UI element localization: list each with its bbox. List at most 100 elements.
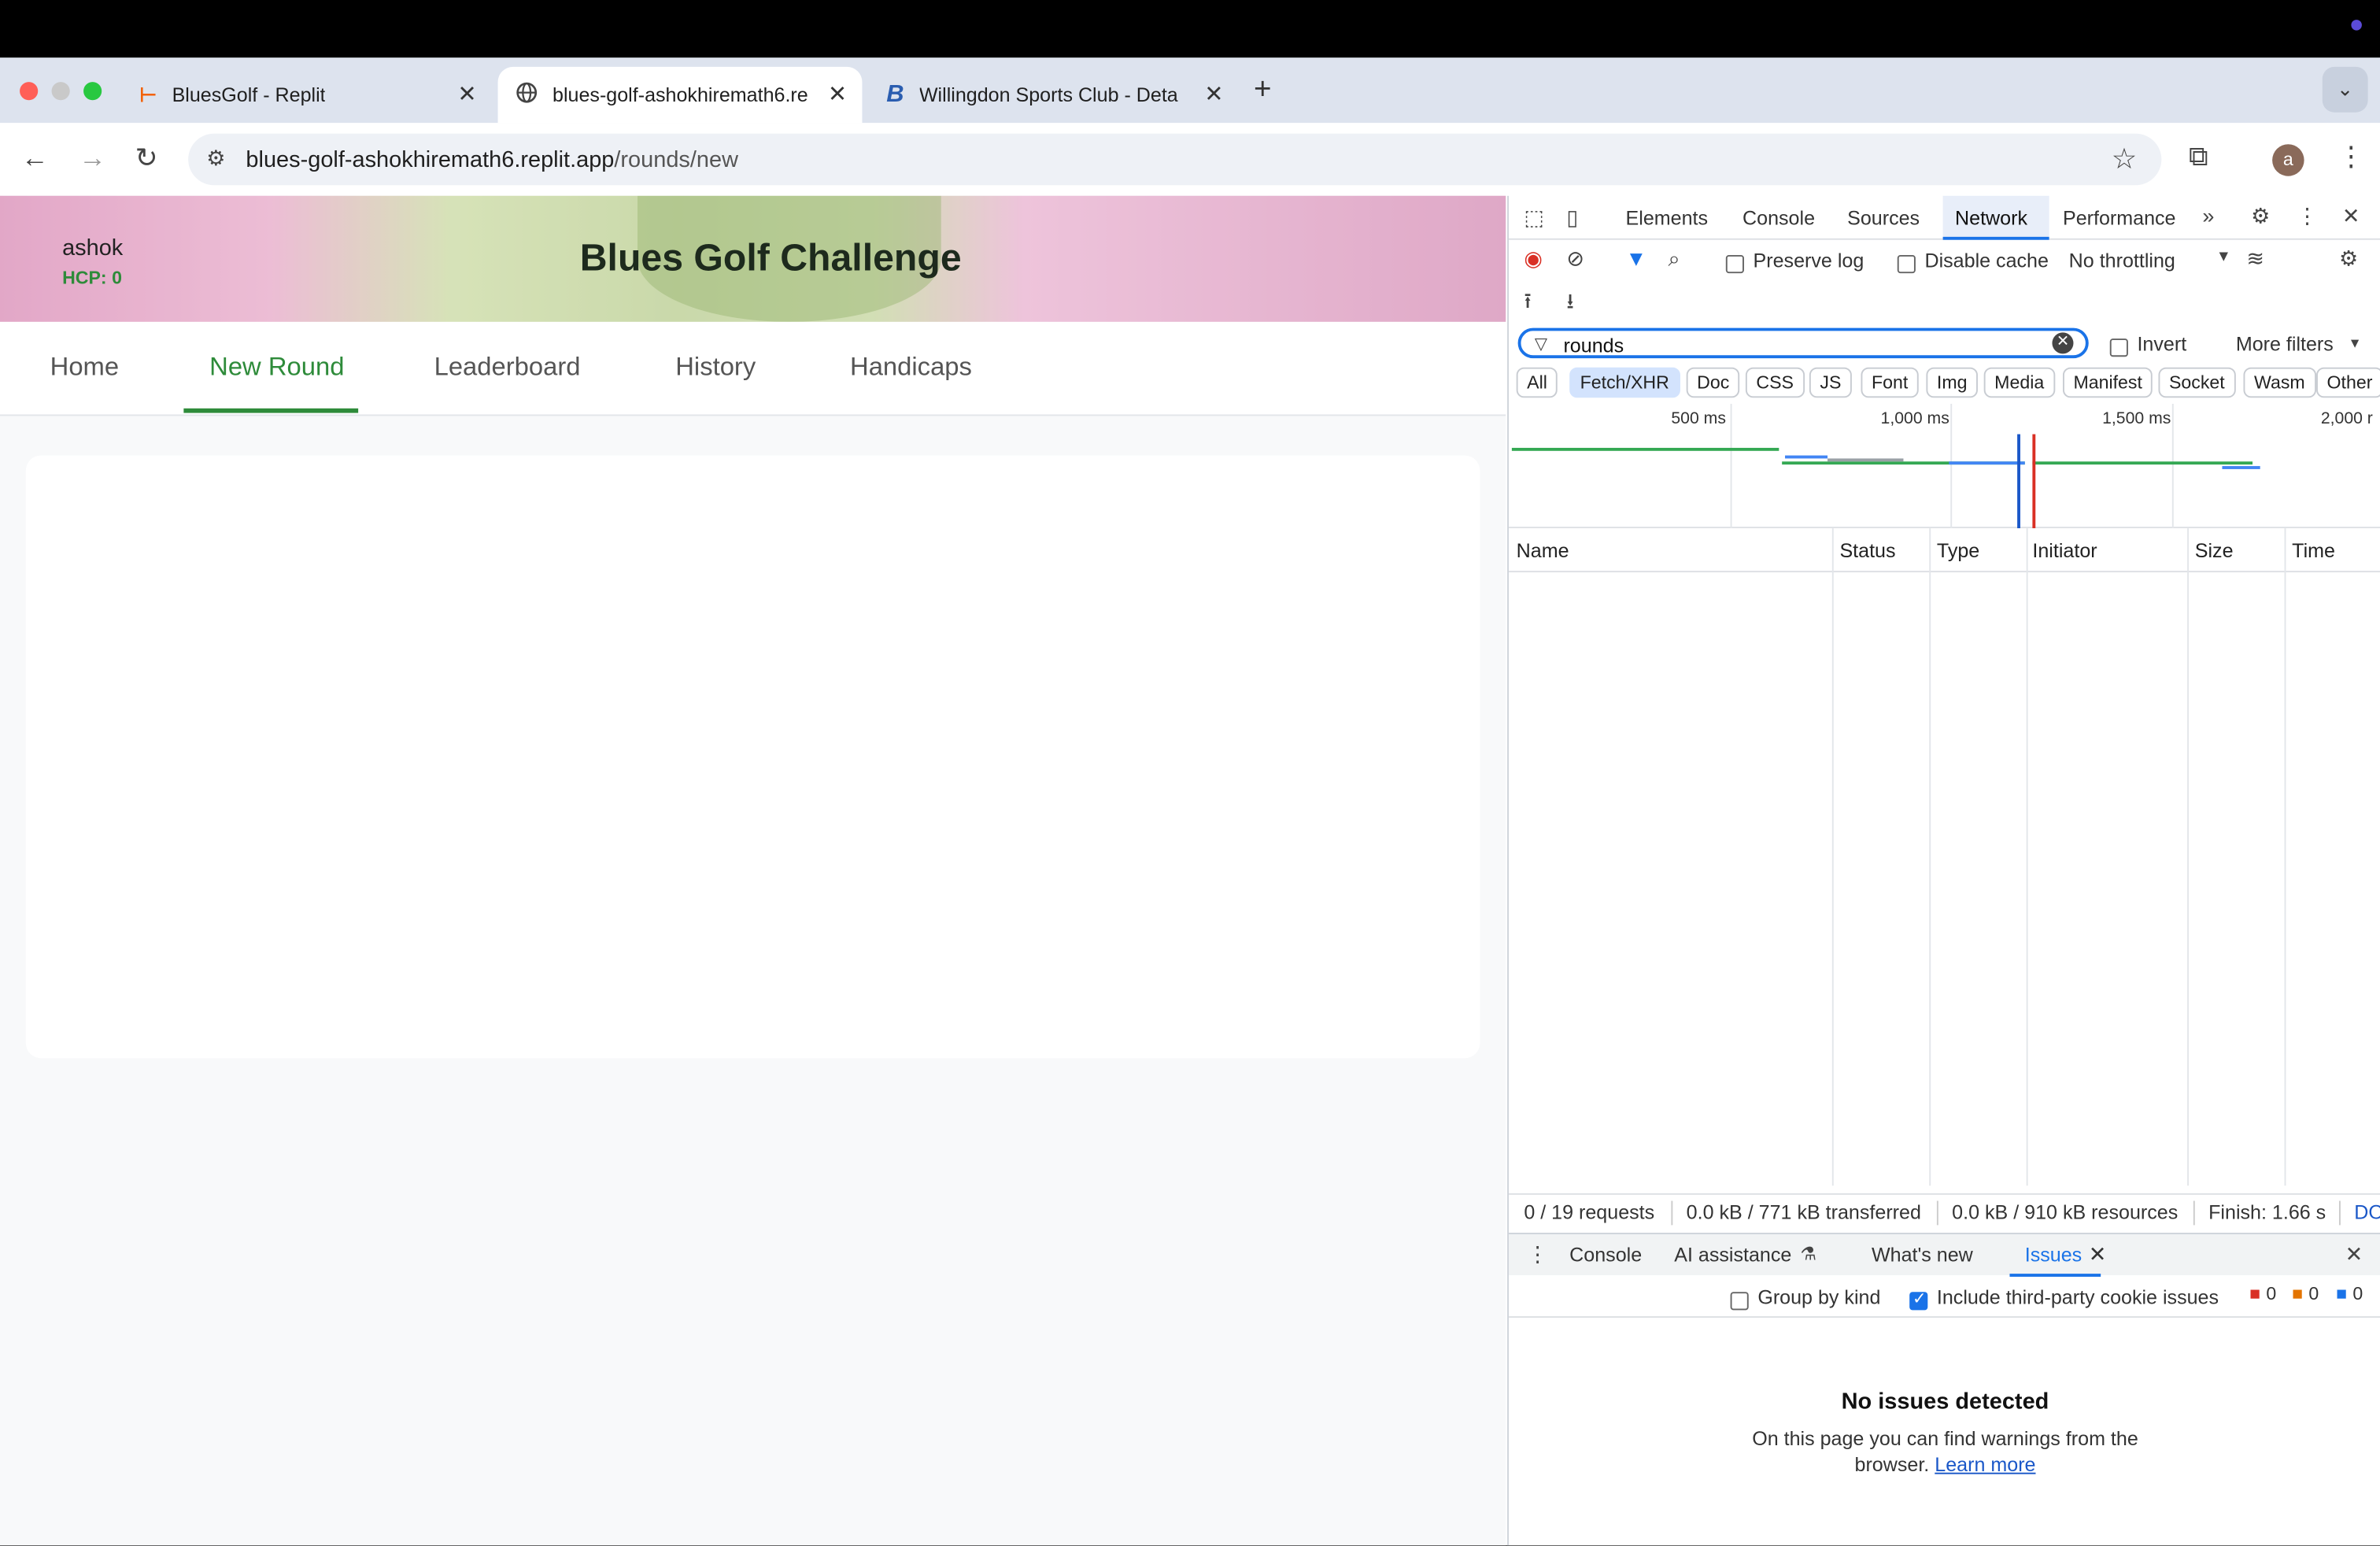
browser-tab-willingdon[interactable]: B Willingdon Sports Club - Deta ✕ [868, 67, 1239, 123]
request-table-header: Name Status Type Initiator Size Time [1509, 528, 2380, 573]
col-name[interactable]: Name [1517, 539, 1569, 562]
timeline-label: 1,000 ms [1880, 409, 1949, 428]
reload-button[interactable]: ↻ [135, 142, 158, 175]
kebab-menu-icon[interactable]: ⋮ [2297, 203, 2318, 229]
minimize-window-button[interactable] [51, 82, 70, 101]
drawer-tab-issues[interactable]: Issues [2025, 1244, 2082, 1267]
tab-performance[interactable]: Performance [2063, 206, 2176, 229]
extensions-icon[interactable]: ⧉ [2189, 141, 2208, 173]
chip-other[interactable]: Other [2316, 367, 2380, 398]
web-page: ashok HCP: 0 Blues Golf Challenge Home N… [0, 195, 1506, 1546]
third-party-label: Include third-party cookie issues [1936, 1285, 2219, 1309]
close-icon[interactable]: ✕ [1204, 80, 1223, 108]
network-overview[interactable]: 500 ms 1,000 ms 1,500 ms 2,000 r [1509, 404, 2380, 529]
drawer-menu-icon[interactable]: ⋮ [1527, 1242, 1548, 1268]
clear-filter-icon[interactable]: ✕ [2052, 332, 2074, 354]
disable-cache-checkbox[interactable] [1897, 250, 1916, 273]
network-settings-icon[interactable]: ⚙ [2339, 246, 2358, 272]
nav-home[interactable]: Home [50, 352, 119, 383]
col-size[interactable]: Size [2195, 539, 2234, 562]
col-status[interactable]: Status [1839, 539, 1895, 562]
import-har-icon[interactable]: ⭱ [1524, 286, 1531, 322]
replit-icon: ⊢ [139, 83, 157, 106]
divider [2193, 1200, 2195, 1226]
throttling-select[interactable]: No throttling [2069, 249, 2175, 272]
chip-doc[interactable]: Doc [1686, 367, 1740, 398]
close-window-button[interactable] [20, 82, 39, 101]
browser-menu-icon[interactable]: ⋮ [2338, 141, 2365, 173]
preserve-log-checkbox[interactable] [1725, 250, 1744, 273]
tab-title: Willingdon Sports Club - Deta [918, 83, 1178, 107]
chip-wasm[interactable]: Wasm [2243, 367, 2316, 398]
load-marker [2032, 434, 2036, 529]
col-type[interactable]: Type [1937, 539, 1979, 562]
device-toolbar-icon[interactable]: ▯ [1566, 205, 1578, 231]
col-time[interactable]: Time [2292, 539, 2335, 562]
divider [2338, 1200, 2341, 1226]
record-icon[interactable]: ◉ [1524, 246, 1543, 272]
user-name: ashok [62, 235, 124, 261]
tab-network[interactable]: Network [1955, 206, 2027, 229]
browser-tab-app[interactable]: blues-golf-ashokhiremath6.re ✕ [497, 66, 863, 124]
gear-icon[interactable]: ⚙ [2251, 203, 2270, 229]
forward-button[interactable]: → [79, 142, 106, 175]
nav-leaderboard[interactable]: Leaderboard [434, 352, 581, 383]
divider [1671, 1200, 1673, 1226]
chip-font[interactable]: Font [1861, 367, 1919, 398]
browser-tab-replit[interactable]: ⊢ BluesGolf - Replit ✕ [121, 67, 492, 123]
search-icon[interactable]: ⌕ [1669, 246, 1680, 272]
col-initiator[interactable]: Initiator [2032, 539, 2097, 562]
inspect-element-icon[interactable]: ⬚ [1524, 205, 1544, 231]
column-divider [2026, 528, 2028, 1186]
disable-cache-label: Disable cache [1924, 249, 2049, 272]
hero-banner: ashok HCP: 0 Blues Golf Challenge [0, 195, 1506, 322]
close-icon[interactable]: ✕ [2342, 203, 2360, 229]
tab-title: blues-golf-ashokhiremath6.re [552, 83, 808, 107]
nav-new-round[interactable]: New Round [209, 352, 344, 383]
site-settings-icon[interactable]: ⚙ [206, 146, 225, 172]
profile-avatar[interactable]: a [2272, 144, 2304, 176]
drawer-tab-console[interactable]: Console [1569, 1244, 1642, 1267]
nav-handicaps[interactable]: Handicaps [850, 352, 972, 383]
zoom-window-button[interactable] [83, 82, 102, 101]
third-party-checkbox[interactable] [1909, 1287, 1928, 1310]
invert-checkbox[interactable] [2109, 334, 2128, 357]
tab-sources[interactable]: Sources [1847, 206, 1920, 229]
chip-css[interactable]: CSS [1745, 367, 1805, 398]
tab-search-button[interactable]: ⌄ [2322, 66, 2368, 113]
more-filters-button[interactable]: More filters [2236, 332, 2334, 355]
network-conditions-icon[interactable]: ≋ [2246, 246, 2264, 272]
filter-value: rounds [1563, 334, 1624, 357]
drawer-tab-whats-new[interactable]: What's new [1872, 1244, 1973, 1267]
new-tab-button[interactable]: + [1254, 73, 1272, 108]
chip-fetch-xhr[interactable]: Fetch/XHR [1569, 367, 1680, 398]
nav-history[interactable]: History [675, 352, 756, 383]
chip-socket[interactable]: Socket [2158, 367, 2236, 398]
more-tabs-icon[interactable]: » [2202, 203, 2214, 227]
chip-js[interactable]: JS [1809, 367, 1852, 398]
page-title: Blues Golf Challenge [579, 236, 962, 279]
filter-icon[interactable]: ▼ [1626, 246, 1647, 270]
flask-icon: ⚗ [1800, 1243, 1817, 1265]
tab-elements[interactable]: Elements [1626, 206, 1709, 229]
group-by-kind-checkbox[interactable] [1730, 1287, 1749, 1310]
drawer-tab-ai-assistance[interactable]: AI assistance [1674, 1244, 1791, 1267]
navigation-bar: ← → ↻ ⚙ blues-golf-ashokhiremath6.replit… [0, 123, 2380, 196]
chip-media[interactable]: Media [1983, 367, 2055, 398]
learn-more-link[interactable]: Learn more [1935, 1453, 2035, 1476]
address-bar[interactable]: ⚙ blues-golf-ashokhiremath6.replit.app/r… [188, 133, 2162, 186]
close-icon[interactable]: ✕ [828, 80, 847, 108]
back-button[interactable]: ← [21, 142, 49, 175]
chip-all[interactable]: All [1516, 367, 1558, 398]
bookmark-star-icon[interactable]: ☆ [2112, 142, 2138, 177]
clear-icon[interactable]: ⊘ [1566, 246, 1584, 272]
tab-console[interactable]: Console [1743, 206, 1815, 229]
url-text[interactable]: blues-golf-ashokhiremath6.replit.app/rou… [246, 147, 738, 173]
chip-manifest[interactable]: Manifest [2062, 367, 2153, 398]
network-filter-input[interactable]: ▽ rounds ✕ [1517, 327, 2089, 359]
close-icon[interactable]: ✕ [457, 80, 476, 108]
close-icon[interactable]: ✕ [2089, 1242, 2107, 1268]
chip-img[interactable]: Img [1926, 367, 1978, 398]
export-har-icon[interactable]: ⭳ [1566, 286, 1573, 322]
close-drawer-icon[interactable]: ✕ [2345, 1242, 2363, 1268]
